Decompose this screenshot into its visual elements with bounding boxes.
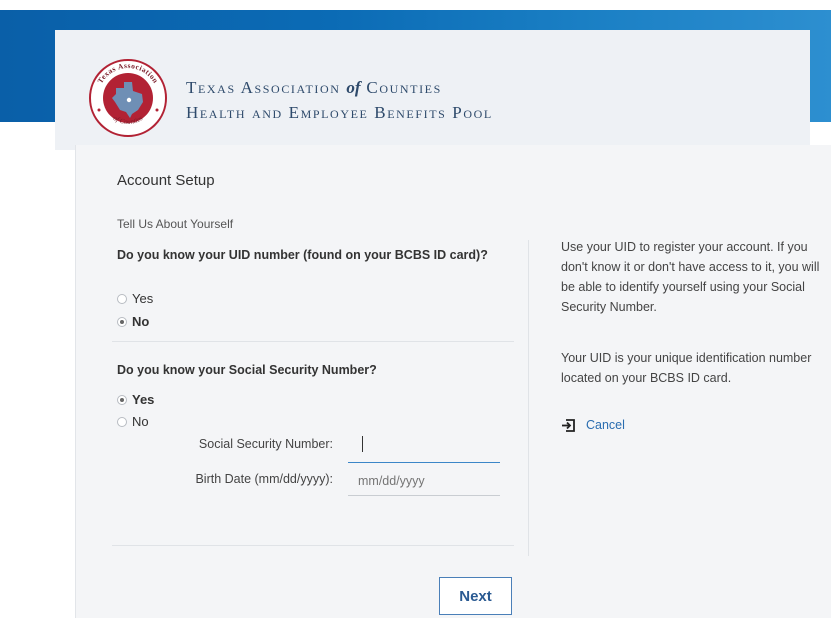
org-name: Texas Association of Counties Health and…	[186, 75, 493, 125]
help-text-uid: Use your UID to register your account. I…	[561, 240, 820, 314]
uid-yes-option[interactable]: Yes	[117, 291, 153, 306]
uid-yes-label[interactable]: Yes	[132, 291, 153, 306]
ssn-input[interactable]	[348, 432, 500, 463]
org-name-of: of	[346, 78, 361, 97]
next-button[interactable]: Next	[439, 577, 512, 615]
uid-no-label[interactable]: No	[132, 314, 149, 329]
ssn-no-radio[interactable]	[117, 416, 127, 427]
org-name-line1-part2: Counties	[366, 78, 442, 97]
uid-no-option[interactable]: No	[117, 314, 149, 329]
help-text-uid-location: Your UID is your unique identification n…	[561, 351, 812, 385]
cancel-label[interactable]: Cancel	[586, 418, 625, 432]
text-caret	[362, 436, 363, 452]
ssn-question: Do you know your Social Security Number?	[117, 363, 377, 377]
cancel-link[interactable]: Cancel	[561, 418, 625, 432]
ssn-no-option[interactable]: No	[117, 414, 149, 429]
ssn-no-label[interactable]: No	[132, 414, 149, 429]
org-name-line1-part1: Texas Association	[186, 78, 341, 97]
uid-yes-radio[interactable]	[117, 293, 127, 304]
ssn-yes-label[interactable]: Yes	[132, 392, 154, 407]
sign-out-icon	[562, 418, 575, 432]
page-top-margin	[0, 0, 831, 10]
section-subtitle: Tell Us About Yourself	[117, 217, 234, 231]
column-divider	[528, 240, 529, 556]
uid-question: Do you know your UID number (found on yo…	[117, 248, 488, 262]
tac-seal-logo: Texas Association of Counties	[89, 59, 167, 137]
birth-date-input[interactable]	[348, 466, 500, 496]
divider	[112, 545, 514, 546]
page-title: Account Setup	[117, 172, 215, 189]
ssn-field-label: Social Security Number:	[198, 437, 333, 451]
ssn-yes-radio[interactable]	[117, 394, 127, 405]
divider	[112, 341, 514, 342]
birth-date-label: Birth Date (mm/dd/yyyy):	[195, 472, 333, 486]
uid-no-radio[interactable]	[117, 316, 127, 327]
ssn-yes-option[interactable]: Yes	[117, 392, 154, 407]
org-name-line2: Health and Employee Benefits Pool	[186, 103, 493, 122]
